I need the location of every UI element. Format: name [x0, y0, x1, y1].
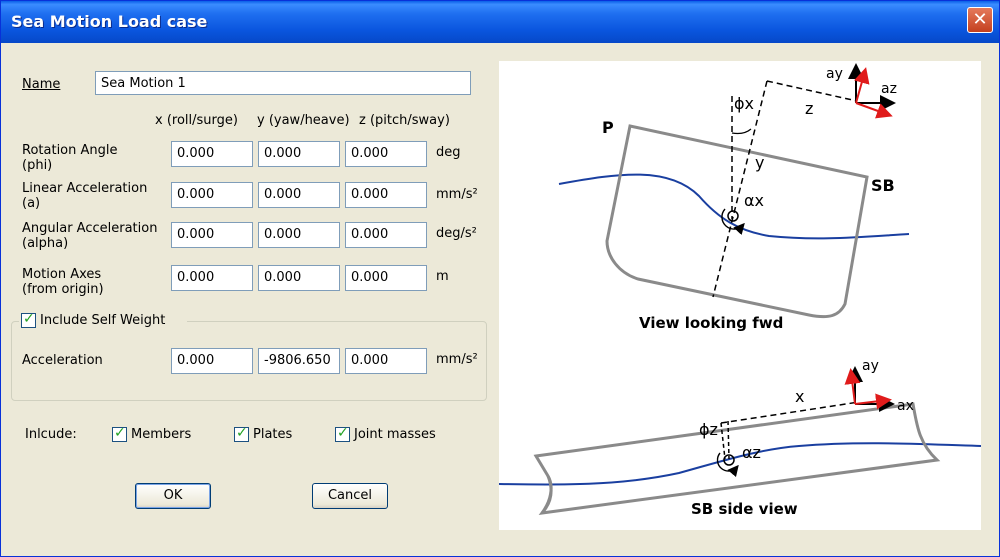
- motion-axes-label-line1: Motion Axes: [22, 267, 102, 282]
- x-label-bottom: x: [795, 387, 804, 406]
- motion-axes-label-line2: (from origin): [22, 282, 104, 297]
- rotation-angle-label-line2: (phi): [22, 158, 53, 173]
- linear-acceleration-label-line1: Linear Acceleration: [22, 181, 148, 196]
- angular-acceleration-y-input[interactable]: 0.000: [258, 222, 340, 248]
- rotation-angle-z-input[interactable]: 0.000: [345, 141, 427, 167]
- include-self-weight-label: Include Self Weight: [40, 313, 166, 328]
- linear-acceleration-unit: mm/s²: [436, 187, 478, 202]
- motion-axes-y-input[interactable]: 0.000: [258, 265, 340, 291]
- starboard-label: SB: [871, 176, 895, 195]
- z-axis-line-top: [766, 80, 858, 102]
- window-title: Sea Motion Load case: [11, 12, 208, 31]
- motion-axes-z-input[interactable]: 0.000: [345, 265, 427, 291]
- az-label-top: az: [881, 81, 897, 97]
- name-label: Name: [22, 77, 61, 92]
- angular-acceleration-unit: deg/s²: [436, 226, 477, 241]
- rotation-angle-x-input[interactable]: 0.000: [171, 141, 253, 167]
- ok-button[interactable]: OK: [135, 483, 211, 509]
- ay-label-bottom: ay: [862, 358, 879, 374]
- az-axis-rotated-arrow-top: [855, 102, 893, 119]
- ay-axis-rotated-arrow-top: [854, 67, 870, 104]
- members-checkbox[interactable]: ✓: [112, 425, 127, 442]
- close-icon[interactable]: ✕: [967, 7, 993, 33]
- angular-acceleration-z-input[interactable]: 0.000: [345, 222, 427, 248]
- self-weight-y-input[interactable]: -9806.650: [258, 348, 340, 374]
- linear-acceleration-y-input[interactable]: 0.000: [258, 182, 340, 208]
- linear-acceleration-x-input[interactable]: 0.000: [171, 182, 253, 208]
- linear-acceleration-z-input[interactable]: 0.000: [345, 182, 427, 208]
- z-axis-line-bottom: [727, 420, 730, 460]
- self-weight-x-input[interactable]: 0.000: [171, 348, 253, 374]
- cancel-button[interactable]: Cancel: [312, 483, 388, 509]
- checkmark-icon: ✓: [337, 425, 349, 441]
- port-label: P: [602, 118, 614, 137]
- motion-axes-unit: m: [436, 269, 449, 284]
- motion-axes-label: Motion Axes (from origin): [22, 267, 104, 297]
- checkmark-icon: ✓: [114, 425, 126, 441]
- ay-label-top: ay: [826, 66, 843, 82]
- dialog-window: Sea Motion Load case ✕ Name Sea Motion 1…: [0, 0, 1000, 557]
- y-axis-line-top: [712, 80, 768, 298]
- linear-acceleration-label-line2: (a): [22, 196, 41, 211]
- z-label-top: z: [805, 99, 813, 118]
- phi-x-label: ϕx: [734, 94, 754, 113]
- acceleration-label: Acceleration: [22, 353, 103, 368]
- self-weight-unit: mm/s²: [436, 352, 478, 367]
- linear-acceleration-label: Linear Acceleration (a): [22, 181, 147, 211]
- angular-acceleration-label-line1: Angular Acceleration: [22, 221, 158, 236]
- include-self-weight-checkbox[interactable]: ✓: [21, 311, 36, 328]
- motion-axes-x-input[interactable]: 0.000: [171, 265, 253, 291]
- diagram-svg: P SB ϕx αx z y ay az View looking fwd ϕz…: [499, 63, 981, 518]
- rotation-angle-label: Rotation Angle (phi): [22, 143, 118, 173]
- hull-bow-bottom: [540, 475, 553, 515]
- joint-masses-label: Joint masses: [354, 427, 436, 442]
- plates-label: Plates: [253, 427, 293, 442]
- column-header-z: z (pitch/sway): [359, 113, 450, 128]
- alpha-x-label: αx: [744, 191, 764, 210]
- checkmark-icon: ✓: [236, 425, 248, 441]
- top-view-caption: View looking fwd: [639, 314, 783, 332]
- members-label: Members: [131, 427, 192, 442]
- bottom-view-caption: SB side view: [691, 500, 798, 518]
- column-header-x: x (roll/surge): [155, 113, 238, 128]
- rotation-angle-y-input[interactable]: 0.000: [258, 141, 340, 167]
- title-bar[interactable]: Sea Motion Load case ✕: [1, 1, 999, 43]
- include-label: Inlcude:: [25, 427, 77, 442]
- column-header-y: y (yaw/heave): [257, 113, 350, 128]
- checkmark-icon: ✓: [23, 311, 35, 327]
- angular-acceleration-label-line2: (alpha): [22, 236, 69, 251]
- phi-z-label: ϕz: [699, 420, 718, 439]
- angular-acceleration-x-input[interactable]: 0.000: [171, 222, 253, 248]
- dialog-body: Name Sea Motion 1 x (roll/surge) y (yaw/…: [5, 43, 997, 554]
- rotation-angle-label-line1: Rotation Angle: [22, 143, 118, 158]
- vertical-reference-line-bottom: [720, 422, 726, 460]
- plates-checkbox[interactable]: ✓: [234, 425, 249, 442]
- rotation-angle-unit: deg: [436, 145, 461, 160]
- angular-acceleration-label: Angular Acceleration (alpha): [22, 221, 157, 251]
- name-input[interactable]: Sea Motion 1: [95, 71, 471, 95]
- phi-x-arc: [731, 128, 752, 135]
- self-weight-group-caption: ✓ Include Self Weight: [19, 311, 187, 330]
- y-label-top: y: [755, 153, 764, 172]
- alpha-z-label: αz: [742, 443, 761, 462]
- self-weight-z-input[interactable]: 0.000: [345, 348, 427, 374]
- hull-section-top: [605, 124, 869, 319]
- joint-masses-checkbox[interactable]: ✓: [335, 425, 350, 442]
- ax-label-bottom: ax: [897, 398, 914, 414]
- sea-motion-diagram: P SB ϕx αx z y ay az View looking fwd ϕz…: [499, 61, 981, 530]
